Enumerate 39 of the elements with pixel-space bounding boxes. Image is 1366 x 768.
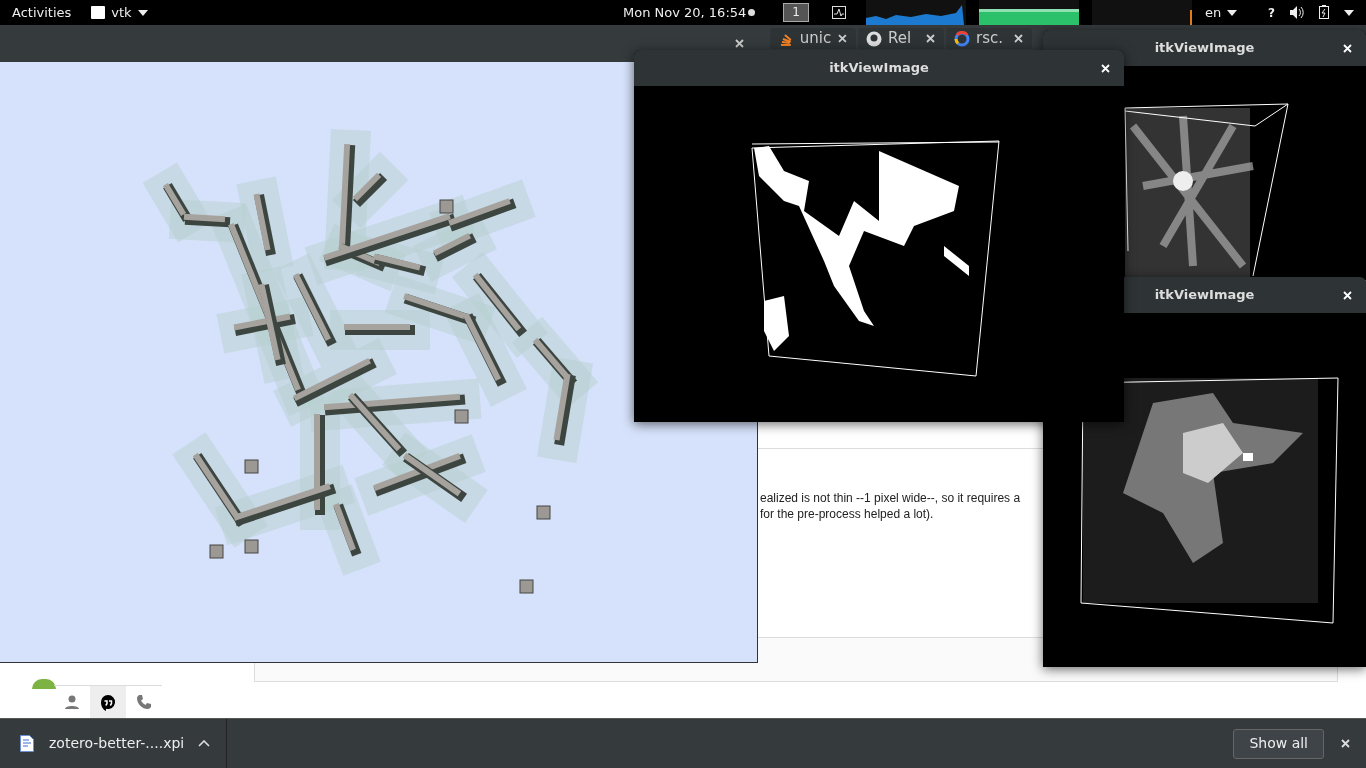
phone-icon	[136, 694, 152, 711]
browser-tab[interactable]: Rel	[858, 28, 944, 49]
monitor-icon	[832, 6, 846, 19]
chevron-up-icon	[198, 740, 211, 747]
clock[interactable]: Mon Nov 20, 16:54	[623, 2, 747, 23]
close-icon[interactable]	[1340, 738, 1351, 749]
avatar	[32, 679, 56, 689]
dot-icon	[748, 9, 755, 16]
activities-button[interactable]: Activities	[12, 2, 72, 23]
person-icon	[64, 694, 80, 711]
close-icon[interactable]	[734, 38, 745, 49]
message-text: for the pre-process helped a lot).	[760, 506, 935, 522]
chat-tab[interactable]	[90, 686, 126, 719]
help-icon[interactable]: ?	[1268, 3, 1275, 22]
caret-icon	[137, 9, 148, 16]
window-icon	[91, 6, 106, 19]
close-icon[interactable]	[1013, 33, 1024, 44]
tab-title: rsc.	[976, 28, 1003, 50]
show-all-button[interactable]: Show all	[1233, 728, 1324, 759]
document-icon	[20, 735, 35, 752]
download-item[interactable]: zotero-better-....xpi	[0, 718, 228, 768]
app-menu[interactable]: vtk	[91, 2, 148, 23]
tab-title: Rel	[888, 28, 912, 50]
message-text: ealized is not thin --1 pixel wide--, so it requires a	[760, 490, 1021, 506]
browser-tab[interactable]: unic	[770, 28, 856, 49]
tab-title: unic	[799, 28, 832, 50]
browser-tab[interactable]: rsc.	[946, 28, 1032, 49]
close-icon[interactable]	[925, 33, 936, 44]
caret-icon[interactable]	[1344, 10, 1354, 16]
speech-bubble-icon	[100, 694, 116, 711]
speaker-icon	[1290, 6, 1304, 19]
window-title: itkViewImage	[1154, 39, 1255, 58]
window-title: itkViewImage	[1154, 286, 1255, 305]
language-menu[interactable]: en	[1205, 2, 1238, 23]
battery-icon	[1319, 5, 1329, 19]
caret-icon	[1227, 9, 1238, 16]
close-icon[interactable]	[837, 33, 848, 44]
workspace-indicator[interactable]: 1	[783, 3, 809, 22]
window-title: itkViewImage	[829, 59, 929, 78]
